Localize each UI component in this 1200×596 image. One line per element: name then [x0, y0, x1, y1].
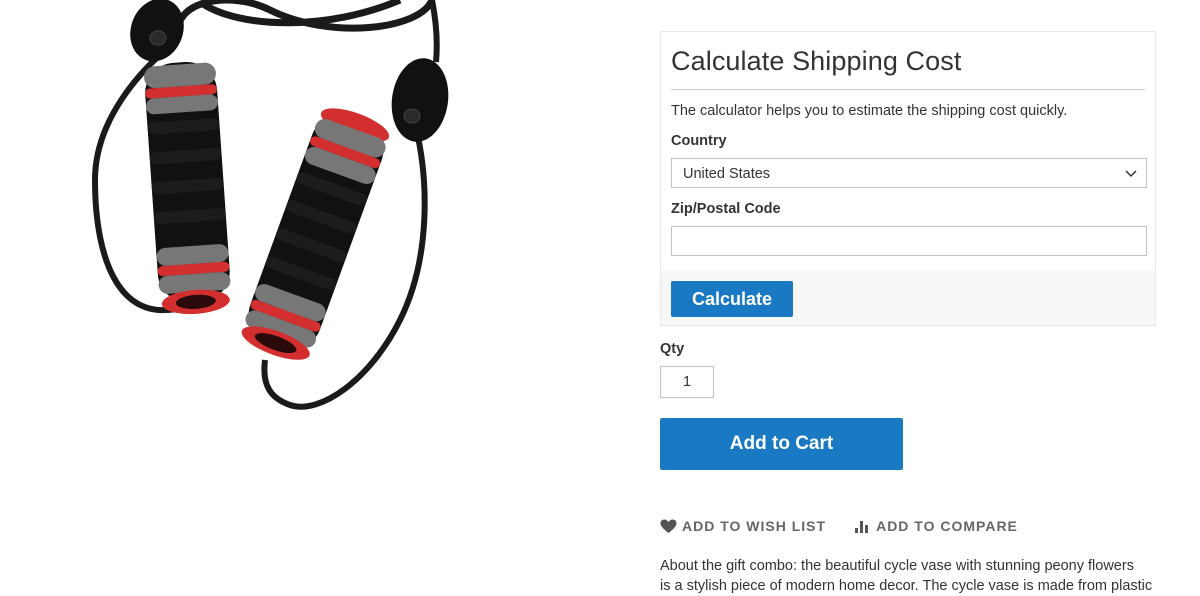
add-to-compare-label: ADD TO COMPARE: [876, 518, 1018, 534]
shipping-description: The calculator helps you to estimate the…: [671, 103, 1068, 119]
qty-label: Qty: [660, 341, 685, 357]
shipping-title: Calculate Shipping Cost: [671, 46, 962, 76]
product-image: [0, 0, 620, 589]
shipping-calculator: Calculate Shipping Cost The calculator h…: [660, 31, 1156, 326]
product-description-line: About the gift combo: the beautiful cycl…: [660, 558, 1134, 574]
product-social-links: ADD TO WISH LIST ADD TO COMPARE: [660, 516, 1018, 536]
add-to-wishlist-label: ADD TO WISH LIST: [682, 518, 827, 534]
bar-chart-icon: [855, 521, 869, 533]
country-label: Country: [671, 133, 727, 149]
country-select[interactable]: United States: [671, 158, 1147, 188]
zip-label: Zip/Postal Code: [671, 201, 781, 217]
product-description-line: is a stylish piece of modern home decor.…: [660, 578, 1153, 594]
add-to-compare-link[interactable]: ADD TO COMPARE: [854, 518, 1018, 534]
zip-input[interactable]: [671, 226, 1147, 256]
jump-rope-image: [91, 0, 449, 410]
add-to-wishlist-link[interactable]: ADD TO WISH LIST: [660, 518, 826, 534]
country-select-value: United States: [683, 166, 771, 182]
shipping-divider: [671, 89, 1145, 90]
product-description: About the gift combo: the beautiful cycl…: [660, 556, 1160, 596]
add-to-cart-button[interactable]: Add to Cart: [660, 418, 903, 470]
heart-icon: [660, 519, 677, 533]
chevron-down-icon: [1125, 170, 1137, 178]
calculate-button[interactable]: Calculate: [671, 281, 793, 317]
qty-input[interactable]: [660, 366, 714, 398]
